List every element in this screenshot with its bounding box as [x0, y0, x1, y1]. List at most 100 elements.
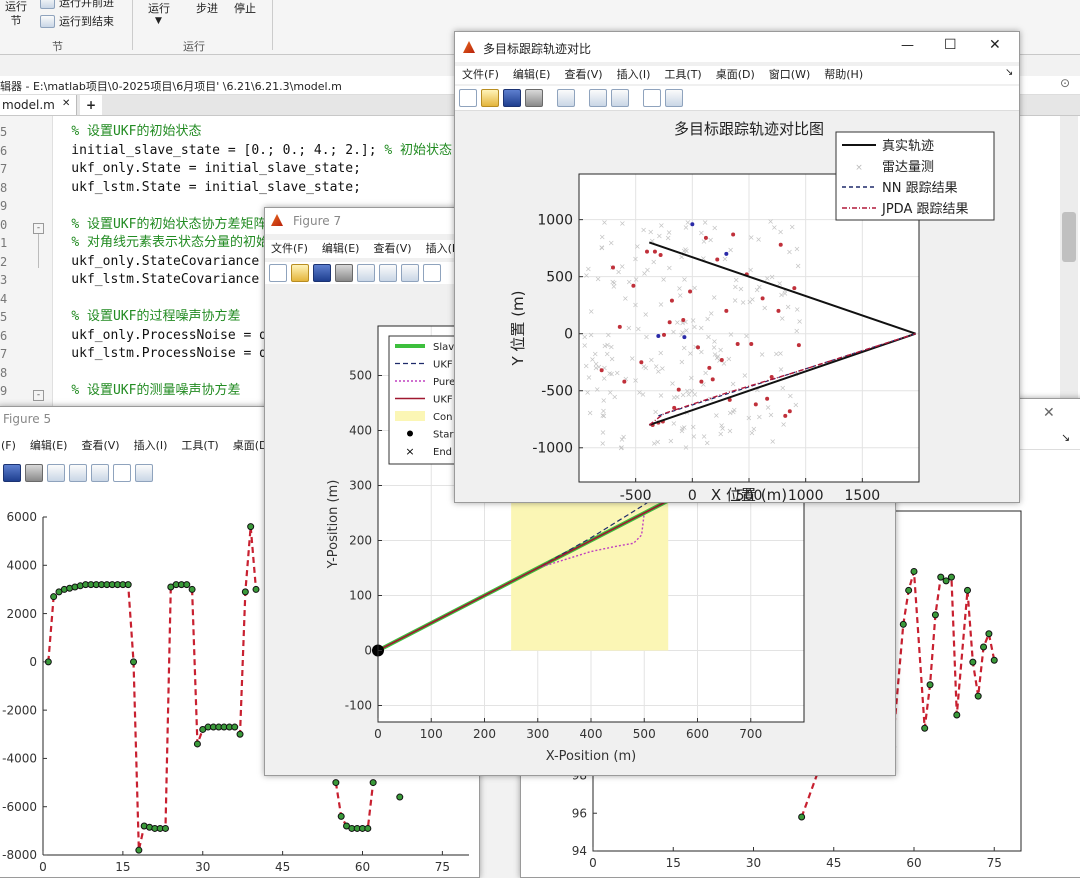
x-tick-label: 15: [666, 856, 681, 870]
code-comment: % 设置UKF的过程噪声协方差: [71, 309, 241, 324]
save-icon[interactable]: [503, 89, 521, 107]
minimize-icon[interactable]: —: [901, 38, 914, 53]
clutter-point: ×: [668, 436, 675, 445]
menu-item[interactable]: 文件(F): [462, 66, 499, 82]
close-icon[interactable]: ✕: [1043, 405, 1055, 421]
menu-item[interactable]: 编辑(E): [30, 437, 68, 453]
menu-item[interactable]: (F): [1, 439, 16, 452]
editor-tab-model[interactable]: model.m ✕: [0, 95, 77, 115]
new-figure-icon[interactable]: [269, 264, 287, 282]
run-button[interactable]: 运行: [148, 0, 170, 16]
colorbar-icon[interactable]: [379, 264, 397, 282]
clutter-point: ×: [658, 221, 665, 230]
save-icon[interactable]: [313, 264, 331, 282]
data-point: [910, 567, 918, 575]
menu-item[interactable]: 插入(I): [617, 66, 651, 82]
clutter-point: ×: [754, 286, 761, 295]
y-axis-label: Y-Position (m): [326, 480, 341, 570]
clutter-point: ×: [658, 300, 665, 309]
clutter-point: ×: [743, 332, 750, 341]
link-icon[interactable]: [47, 464, 65, 482]
data-point: [130, 658, 138, 666]
clutter-point: ×: [722, 255, 729, 264]
colorbar-icon[interactable]: [69, 464, 87, 482]
legend-icon[interactable]: [611, 89, 629, 107]
clutter-point: ×: [698, 229, 705, 238]
menu-item[interactable]: 查看(V): [373, 240, 411, 256]
pointer-icon[interactable]: [643, 89, 661, 107]
code-line: % 设置UKF的初始状态协方差矩阵: [40, 216, 266, 235]
menu-item[interactable]: 帮助(H): [824, 66, 863, 82]
stop-button[interactable]: 停止: [234, 0, 256, 16]
code-line: % 对角线元素表示状态分量的初始: [40, 234, 269, 253]
run-advance-button[interactable]: 运行并前进: [40, 0, 114, 10]
run-section-button[interactable]: 运行 节: [2, 0, 30, 34]
colorbar-icon[interactable]: [589, 89, 607, 107]
save-icon[interactable]: [3, 464, 21, 482]
clutter-point: ×: [666, 263, 673, 272]
menu-item[interactable]: 桌面(D): [716, 66, 755, 82]
red-measurement: [669, 298, 674, 303]
clutter-point: ×: [629, 354, 636, 363]
x-tick-label: 0: [589, 856, 597, 870]
close-tab-icon[interactable]: ✕: [62, 98, 70, 109]
data-point: [124, 581, 132, 589]
x-tick-label: 1000: [788, 488, 824, 502]
clutter-point: ×: [652, 407, 659, 416]
y-tick-label: 400: [349, 424, 372, 438]
red-measurement: [617, 324, 622, 329]
x-tick-label: 0: [374, 727, 382, 741]
property-icon[interactable]: [135, 464, 153, 482]
clutter-point: ×: [676, 284, 683, 293]
dock-icon[interactable]: ↘: [1061, 431, 1070, 444]
legend-swatch: [395, 411, 425, 421]
red-measurement: [703, 235, 708, 240]
clutter-point: ×: [794, 244, 801, 253]
run-to-end-button[interactable]: 运行到结束: [40, 13, 114, 29]
maximize-icon[interactable]: ☐: [944, 37, 957, 53]
step-button[interactable]: 步进: [196, 0, 218, 16]
add-tab-button[interactable]: +: [80, 95, 102, 115]
new-figure-icon[interactable]: [459, 89, 477, 107]
link-icon[interactable]: [357, 264, 375, 282]
property-icon[interactable]: [665, 89, 683, 107]
close-icon[interactable]: ✕: [989, 37, 1001, 53]
dock-icon[interactable]: ↘: [1005, 67, 1013, 78]
menu-item[interactable]: 编辑(E): [322, 240, 360, 256]
legend-icon[interactable]: [91, 464, 109, 482]
pointer-icon[interactable]: [423, 264, 441, 282]
line-number: 9: [0, 384, 8, 398]
red-measurement: [765, 396, 770, 401]
menu-item[interactable]: 插入(I): [134, 437, 168, 453]
open-icon[interactable]: [481, 89, 499, 107]
print-icon[interactable]: [25, 464, 43, 482]
legend-icon[interactable]: [401, 264, 419, 282]
menu-item[interactable]: 工具(T): [181, 437, 218, 453]
data-point: [183, 581, 191, 589]
link-icon[interactable]: [557, 89, 575, 107]
menu-item[interactable]: 插入(I: [426, 240, 456, 256]
print-icon[interactable]: [525, 89, 543, 107]
red-measurement: [796, 343, 801, 348]
print-icon[interactable]: [335, 264, 353, 282]
open-icon[interactable]: [291, 264, 309, 282]
clutter-point: ×: [711, 293, 718, 302]
editor-scroll-thumb[interactable]: [1062, 212, 1076, 262]
editor-scrollbar[interactable]: [1060, 116, 1078, 416]
clutter-point: ×: [602, 342, 609, 351]
run-dropdown-icon[interactable]: ▼: [155, 16, 162, 26]
menu-item[interactable]: 查看(V): [564, 66, 602, 82]
menu-item[interactable]: 查看(V): [81, 437, 119, 453]
menu-item[interactable]: 窗口(W): [769, 66, 810, 82]
menu-item[interactable]: 桌面(D: [233, 437, 268, 453]
red-measurement: [645, 249, 649, 254]
menu-item[interactable]: 编辑(E): [513, 66, 551, 82]
menu-item[interactable]: 文件(F): [271, 240, 308, 256]
pointer-icon[interactable]: [113, 464, 131, 482]
menu-item[interactable]: 工具(T): [664, 66, 701, 82]
clutter-point: ×: [626, 323, 633, 332]
editor-options-icon[interactable]: ⊙: [1060, 76, 1070, 90]
code-comment: % 设置UKF的初始状态: [71, 124, 202, 139]
red-measurement: [631, 283, 636, 288]
